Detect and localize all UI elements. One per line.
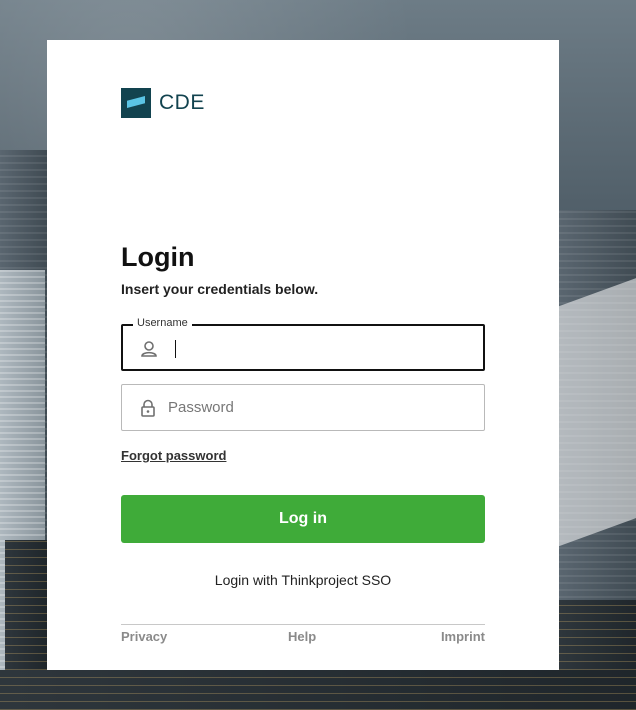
- sso-login-link[interactable]: Login with Thinkproject SSO: [121, 572, 485, 588]
- forgot-password-link[interactable]: Forgot password: [121, 448, 226, 463]
- brand-name: CDE: [159, 91, 205, 114]
- password-field[interactable]: [121, 384, 485, 431]
- username-field[interactable]: Username: [121, 317, 485, 371]
- password-input[interactable]: [168, 395, 468, 419]
- cde-logo-icon: [121, 88, 151, 118]
- page-title: Login: [121, 242, 195, 272]
- help-link[interactable]: Help: [288, 629, 316, 644]
- username-input[interactable]: [169, 336, 469, 360]
- footer-divider: [121, 624, 485, 625]
- privacy-link[interactable]: Privacy: [121, 629, 167, 644]
- lock-icon: [141, 399, 155, 417]
- user-icon: [141, 341, 157, 357]
- login-card: CDE Login Insert your credentials below.…: [47, 40, 559, 670]
- username-label: Username: [133, 317, 192, 329]
- login-button[interactable]: Log in: [121, 495, 485, 543]
- imprint-link[interactable]: Imprint: [441, 629, 485, 644]
- brand-logo: CDE: [121, 88, 205, 118]
- page-subtitle: Insert your credentials below.: [121, 281, 319, 297]
